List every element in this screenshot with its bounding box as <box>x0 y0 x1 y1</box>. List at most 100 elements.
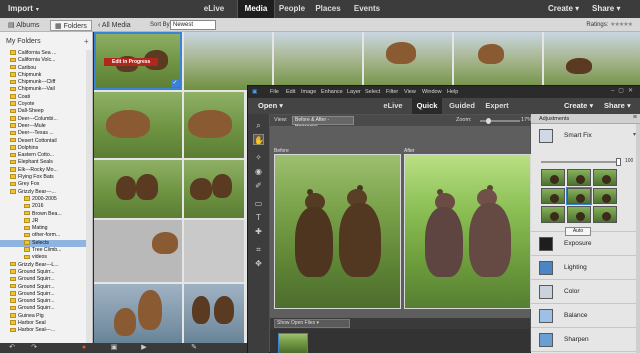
spot-healing-icon[interactable]: ✚ <box>253 226 264 237</box>
zoom-icon[interactable]: ⌕ <box>253 120 264 131</box>
folder-item[interactable]: Desert Cottontail <box>0 138 92 145</box>
folder-item[interactable]: Ground Squirr... <box>0 291 92 298</box>
folder-item[interactable]: videos <box>0 254 92 261</box>
preset-thumbnail[interactable] <box>541 169 565 186</box>
before-image[interactable] <box>274 154 401 309</box>
instant-fix-icon[interactable]: ✎ <box>190 344 198 352</box>
folder-item[interactable]: Chipmunk <box>0 72 92 79</box>
after-image[interactable] <box>404 154 531 309</box>
adjustment-color[interactable]: Color <box>531 280 640 304</box>
preset-thumbnail[interactable] <box>593 187 617 205</box>
tab-people[interactable]: People <box>276 0 308 18</box>
folder-item[interactable]: Deer---Columbi... <box>0 116 92 123</box>
crop-icon[interactable]: ⌗ <box>253 244 264 255</box>
folder-item[interactable]: Harbor Seal---... <box>0 327 92 334</box>
media-thumbnail[interactable] <box>544 32 640 90</box>
folder-item[interactable]: Guinea Pig <box>0 313 92 320</box>
mode-expert[interactable]: Expert <box>482 98 512 114</box>
media-thumbnail[interactable] <box>184 220 244 282</box>
menu-help[interactable]: Help <box>447 88 458 96</box>
media-thumbnail[interactable] <box>454 32 542 90</box>
add-folder-icon[interactable]: + <box>84 37 89 46</box>
window-controls[interactable]: –▢✕ <box>611 87 637 94</box>
zoom-slider[interactable] <box>480 118 520 124</box>
editor-create-button[interactable]: Create ▾ <box>564 101 593 110</box>
media-thumbnail[interactable] <box>184 160 244 218</box>
menu-file[interactable]: File <box>270 88 279 96</box>
folder-item[interactable]: Brown Bea... <box>0 211 92 218</box>
tab-media[interactable]: Media <box>237 0 275 18</box>
folder-item[interactable]: Ground Squirr... <box>0 305 92 312</box>
media-thumbnail[interactable] <box>94 160 182 218</box>
preset-thumbnail[interactable] <box>541 206 565 223</box>
canvas-area[interactable]: Before After <box>270 126 531 318</box>
menu-filter[interactable]: Filter <box>386 88 398 96</box>
media-thumbnail[interactable]: Edit in Progress ✓ <box>94 32 182 90</box>
preset-thumbnail[interactable] <box>567 206 591 223</box>
adjustment-balance[interactable]: Balance <box>531 304 640 328</box>
folder-item[interactable]: Elk---Rocky Mo... <box>0 167 92 174</box>
smart-fix-slider[interactable] <box>541 158 621 166</box>
photo-bin-select[interactable]: Show Open Files ▾ <box>274 319 350 328</box>
menu-layer[interactable]: Layer <box>347 88 361 96</box>
folders-scrollbar[interactable] <box>86 50 92 350</box>
rating-stars-icon[interactable]: ★★★★★ <box>610 22 633 28</box>
folder-item[interactable]: JR <box>0 218 92 225</box>
mode-quick[interactable]: Quick <box>412 98 442 114</box>
share-button[interactable]: Share ▾ <box>592 4 620 13</box>
mode-elive[interactable]: eLive <box>378 98 408 114</box>
straighten-icon[interactable]: ▭ <box>253 198 264 209</box>
adjustment-lighting[interactable]: Lighting <box>531 256 640 280</box>
media-thumbnail[interactable] <box>94 92 182 158</box>
eye-icon[interactable]: ◉ <box>253 166 264 177</box>
tab-places[interactable]: Places <box>312 0 344 18</box>
open-button[interactable]: Open ▾ <box>258 101 283 110</box>
folder-item[interactable]: Grey Fox <box>0 181 92 188</box>
mode-guided[interactable]: Guided <box>446 98 478 114</box>
folder-item[interactable]: California Sea ... <box>0 50 92 57</box>
folder-item[interactable]: Grizzly Bear---... <box>0 189 92 196</box>
adjustment-sharpen[interactable]: Sharpen <box>531 328 640 352</box>
move-icon[interactable]: ✥ <box>253 258 264 269</box>
media-thumbnail[interactable] <box>274 32 362 90</box>
folder-item[interactable]: Ground Squirr... <box>0 298 92 305</box>
whiten-teeth-icon[interactable]: ✐ <box>253 180 264 191</box>
zoom-slider-handle[interactable] <box>485 118 491 124</box>
all-media-breadcrumb[interactable]: ‹ All Media <box>98 20 131 31</box>
tab-events[interactable]: Events <box>350 0 384 18</box>
folder-item[interactable]: Elephant Seals <box>0 159 92 166</box>
undo-icon[interactable]: ↶ <box>8 344 16 352</box>
preset-thumbnail[interactable] <box>593 206 617 223</box>
media-thumbnail[interactable] <box>94 220 182 282</box>
quick-selection-icon[interactable]: ✧ <box>253 152 264 163</box>
folder-item[interactable]: Eastern Cotto... <box>0 152 92 159</box>
folder-item[interactable]: California Volc... <box>0 57 92 64</box>
import-button[interactable]: Import ▾ <box>8 4 39 13</box>
panel-menu-icon[interactable]: ≡ <box>633 114 637 121</box>
folder-item[interactable]: Selects <box>0 239 92 248</box>
media-thumbnail[interactable] <box>184 92 244 158</box>
menu-window[interactable]: Window <box>422 88 442 96</box>
preset-thumbnail[interactable] <box>593 169 617 186</box>
folder-item[interactable]: Dolphins <box>0 145 92 152</box>
folder-item[interactable]: 2016 <box>0 203 92 210</box>
menu-select[interactable]: Select <box>365 88 380 96</box>
folder-item[interactable]: Coyote <box>0 101 92 108</box>
folder-item[interactable]: Chipmunk---Cliff <box>0 79 92 86</box>
media-thumbnail[interactable] <box>364 32 452 90</box>
folder-item[interactable]: Deer---Mule <box>0 123 92 130</box>
adjustments-scrollbar[interactable] <box>636 124 640 353</box>
delete-icon[interactable]: ● <box>80 344 88 352</box>
sort-by-select[interactable]: Newest <box>170 20 216 30</box>
menu-enhance[interactable]: Enhance <box>321 88 343 96</box>
create-button[interactable]: Create ▾ <box>548 4 579 13</box>
editor-share-button[interactable]: Share ▾ <box>604 101 631 110</box>
folder-item[interactable]: Ground Squirr... <box>0 276 92 283</box>
preset-thumbnail[interactable] <box>541 187 565 205</box>
folder-item[interactable]: Flying Fox Bats <box>0 174 92 181</box>
adjustment-exposure[interactable]: Exposure <box>531 232 640 256</box>
redo-icon[interactable]: ↷ <box>30 344 38 352</box>
menu-edit[interactable]: Edit <box>286 88 295 96</box>
ratings-filter[interactable]: Ratings: ★★★★★ <box>586 20 633 31</box>
folder-item[interactable]: Mating <box>0 225 92 232</box>
